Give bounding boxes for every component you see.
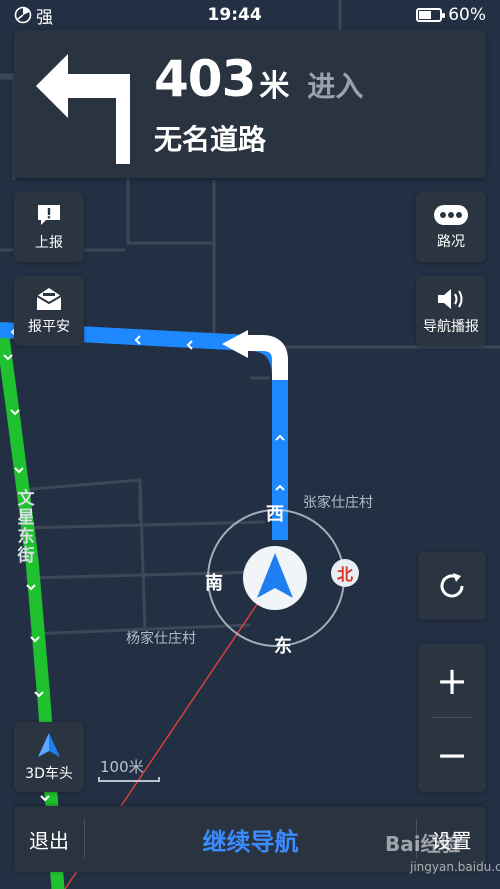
battery-percent: 60% [448, 5, 486, 25]
continue-navigation-button[interactable]: 继续导航 [85, 806, 416, 872]
map-scale-label: 100米 [100, 758, 144, 776]
refresh-icon [440, 573, 464, 598]
poi-label-yangjia: 杨家仕庄村 [126, 631, 196, 647]
battery-level-fill [419, 11, 432, 19]
distance-unit: 米 [259, 69, 290, 104]
battery-status: 60% [416, 5, 486, 25]
next-road-name: 无名道路 [154, 123, 267, 156]
voice-broadcast-button[interactable]: 导航播报 [416, 276, 486, 346]
battery-icon [416, 8, 446, 22]
view-mode-label: 3D车头 [25, 765, 73, 782]
traffic-label: 路况 [437, 233, 465, 250]
traffic-dots-icon [434, 204, 468, 225]
watermark-logo: Bai经验 [385, 832, 461, 856]
signal-icon [14, 6, 32, 24]
exit-button[interactable]: 退出 [14, 806, 84, 872]
signal-label: 强 [36, 7, 53, 28]
signal-status: 强 [14, 3, 53, 28]
zoom-in-button[interactable]: + [418, 644, 486, 717]
speaker-icon [438, 288, 463, 309]
compass-south: 南 [205, 573, 223, 594]
turn-action: 进入 [307, 70, 364, 103]
watermark-url: jingyan.baidu.com [410, 860, 500, 874]
map-edge-road [0, 73, 16, 180]
view-mode-button[interactable]: 3D车头 [14, 722, 84, 792]
zoom-out-button[interactable]: − [418, 718, 486, 791]
distance-value: 403 [154, 50, 256, 108]
turn-guidance-panel[interactable]: 403 米 进入 无名道路 [14, 30, 486, 178]
map-scale-bar [98, 777, 160, 782]
zoom-controls: + − [418, 644, 486, 792]
distance-row: 403 米 进入 [154, 50, 363, 108]
clock: 19:44 [207, 5, 262, 25]
report-icon [38, 204, 60, 225]
voice-broadcast-label: 导航播报 [423, 318, 479, 335]
safe-message-label: 报平安 [28, 318, 70, 335]
refresh-button[interactable] [418, 552, 486, 620]
compass-north: 北 [331, 559, 359, 587]
car-heading-icon [38, 732, 60, 757]
street-name-label: 文星东街 [17, 489, 35, 566]
compass-west: 西 [266, 504, 284, 525]
safe-message-button[interactable]: 报平安 [14, 276, 84, 346]
compass-east: 东 [274, 636, 292, 657]
poi-label-zhangjia: 张家仕庄村 [303, 495, 373, 511]
status-bar: 强 19:44 60% [0, 0, 500, 30]
report-label: 上报 [35, 234, 63, 251]
traffic-button[interactable]: 路况 [416, 192, 486, 262]
safe-message-icon [36, 287, 62, 310]
turn-left-arrow-icon [36, 54, 130, 164]
report-button[interactable]: 上报 [14, 192, 84, 262]
